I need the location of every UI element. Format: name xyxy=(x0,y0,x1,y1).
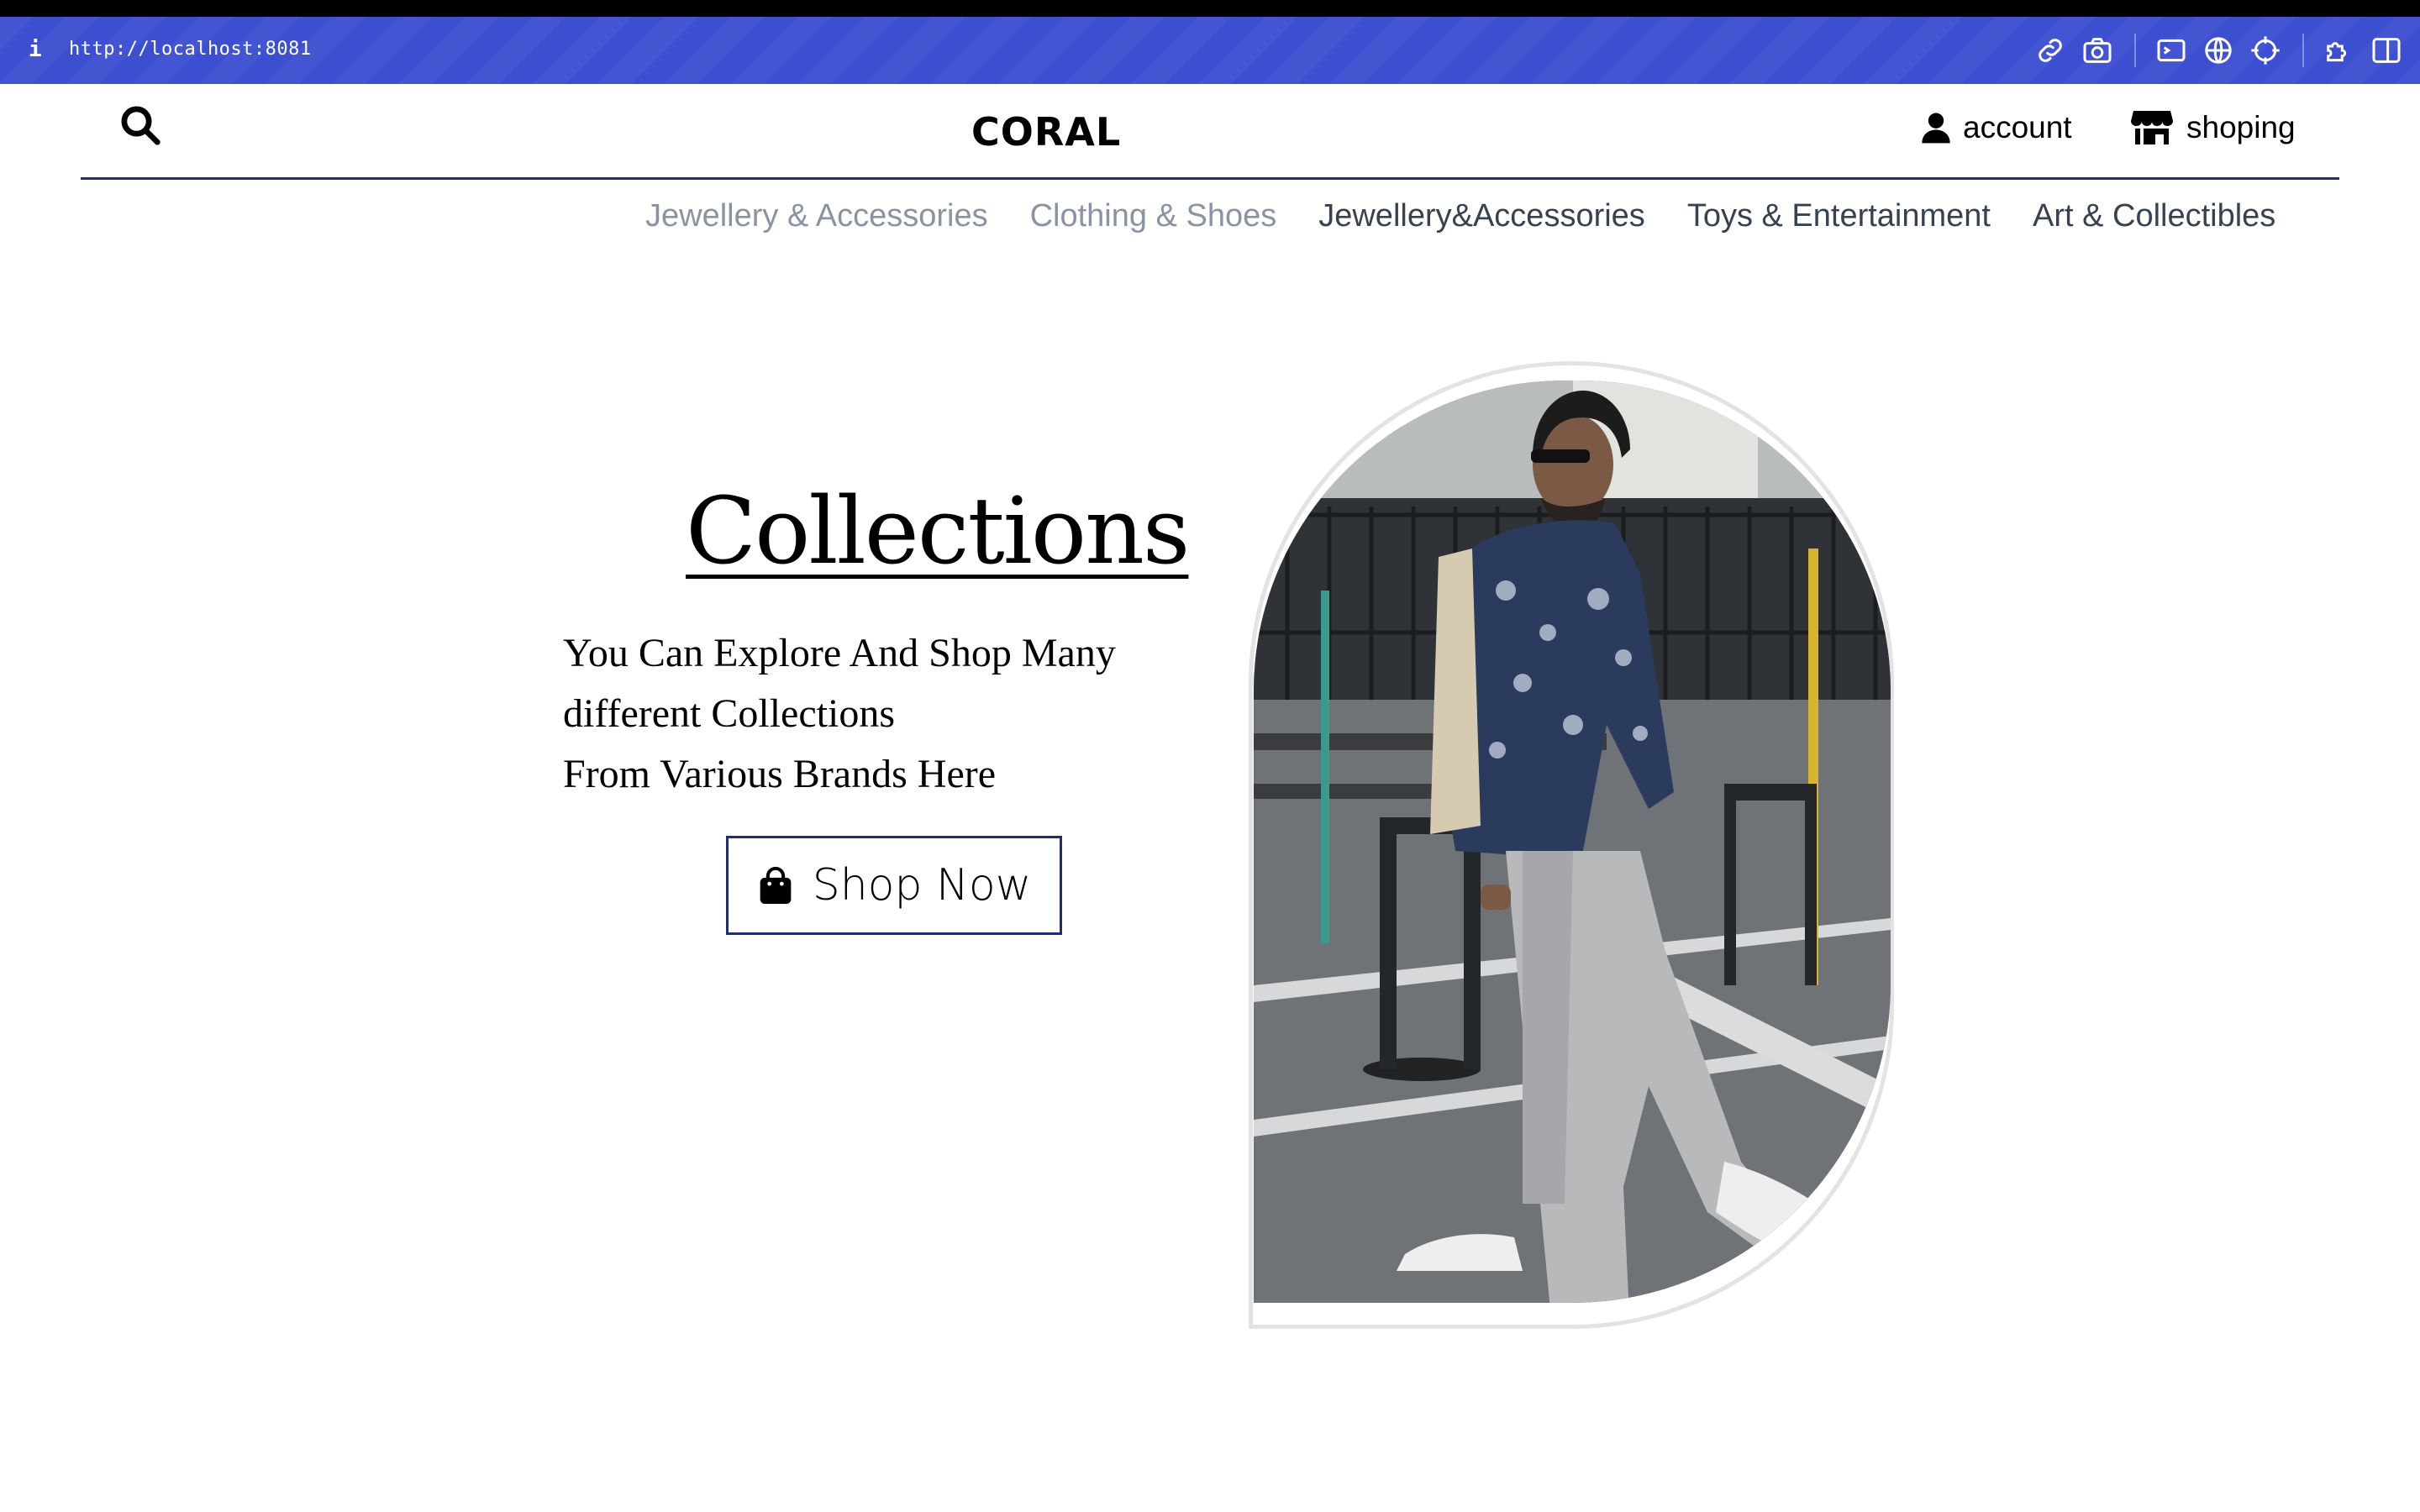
toolbar-divider xyxy=(2134,34,2136,67)
camera-icon[interactable] xyxy=(2081,34,2114,67)
globe-icon[interactable] xyxy=(2202,34,2235,67)
toolbar-divider xyxy=(2302,34,2304,67)
terminal-icon[interactable] xyxy=(2154,34,2188,67)
header-divider xyxy=(81,177,2339,180)
user-icon xyxy=(1922,113,1950,144)
search-icon[interactable] xyxy=(118,102,163,148)
account-link[interactable]: account xyxy=(1919,102,2072,153)
hero-description-line: You Can Explore And Shop Many xyxy=(563,631,1116,675)
nav-item-toys-entertainment[interactable]: Toys & Entertainment xyxy=(1687,198,1991,234)
shop-now-label: Shop Now xyxy=(812,860,1032,911)
nav-item-jewellery-accessories-2[interactable]: Jewellery&Accessories xyxy=(1318,198,1645,234)
sidebar-icon[interactable] xyxy=(2370,34,2403,67)
shop-now-button[interactable]: Shop Now xyxy=(726,836,1062,935)
nav-item-clothing-shoes[interactable]: Clothing & Shoes xyxy=(1030,198,1277,234)
category-nav: Jewellery & Accessories Clothing & Shoes… xyxy=(645,198,2275,234)
window-top-strip xyxy=(0,0,2420,17)
url-text[interactable]: http://localhost:8081 xyxy=(69,39,312,60)
hero-description-line: From Various Brands Here xyxy=(563,752,997,796)
shoping-label: shoping xyxy=(2186,110,2296,144)
info-icon[interactable]: i xyxy=(29,37,42,62)
hero-image xyxy=(1254,381,1891,1303)
nav-item-jewellery-accessories[interactable]: Jewellery & Accessories xyxy=(645,198,988,234)
browser-url-bar: i http://localhost:8081 xyxy=(0,17,2420,84)
hero-description-line: different Collections xyxy=(563,691,896,736)
brand-logo[interactable]: CORAL xyxy=(971,109,1121,155)
hero-description: You Can Explore And Shop Many different … xyxy=(563,623,1202,805)
link-icon[interactable] xyxy=(2033,34,2067,67)
shopping-bag-icon xyxy=(760,866,792,904)
site-header: CORAL account shoping xyxy=(0,84,2420,181)
shoping-link[interactable]: shoping xyxy=(2129,102,2296,153)
store-icon xyxy=(2131,111,2173,144)
nav-item-art-collectibles[interactable]: Art & Collectibles xyxy=(2033,198,2275,234)
account-label: account xyxy=(1963,110,2072,144)
crosshair-icon[interactable] xyxy=(2249,34,2282,67)
hero-title: Collections xyxy=(686,477,1190,585)
extension-icon[interactable] xyxy=(2323,34,2356,67)
